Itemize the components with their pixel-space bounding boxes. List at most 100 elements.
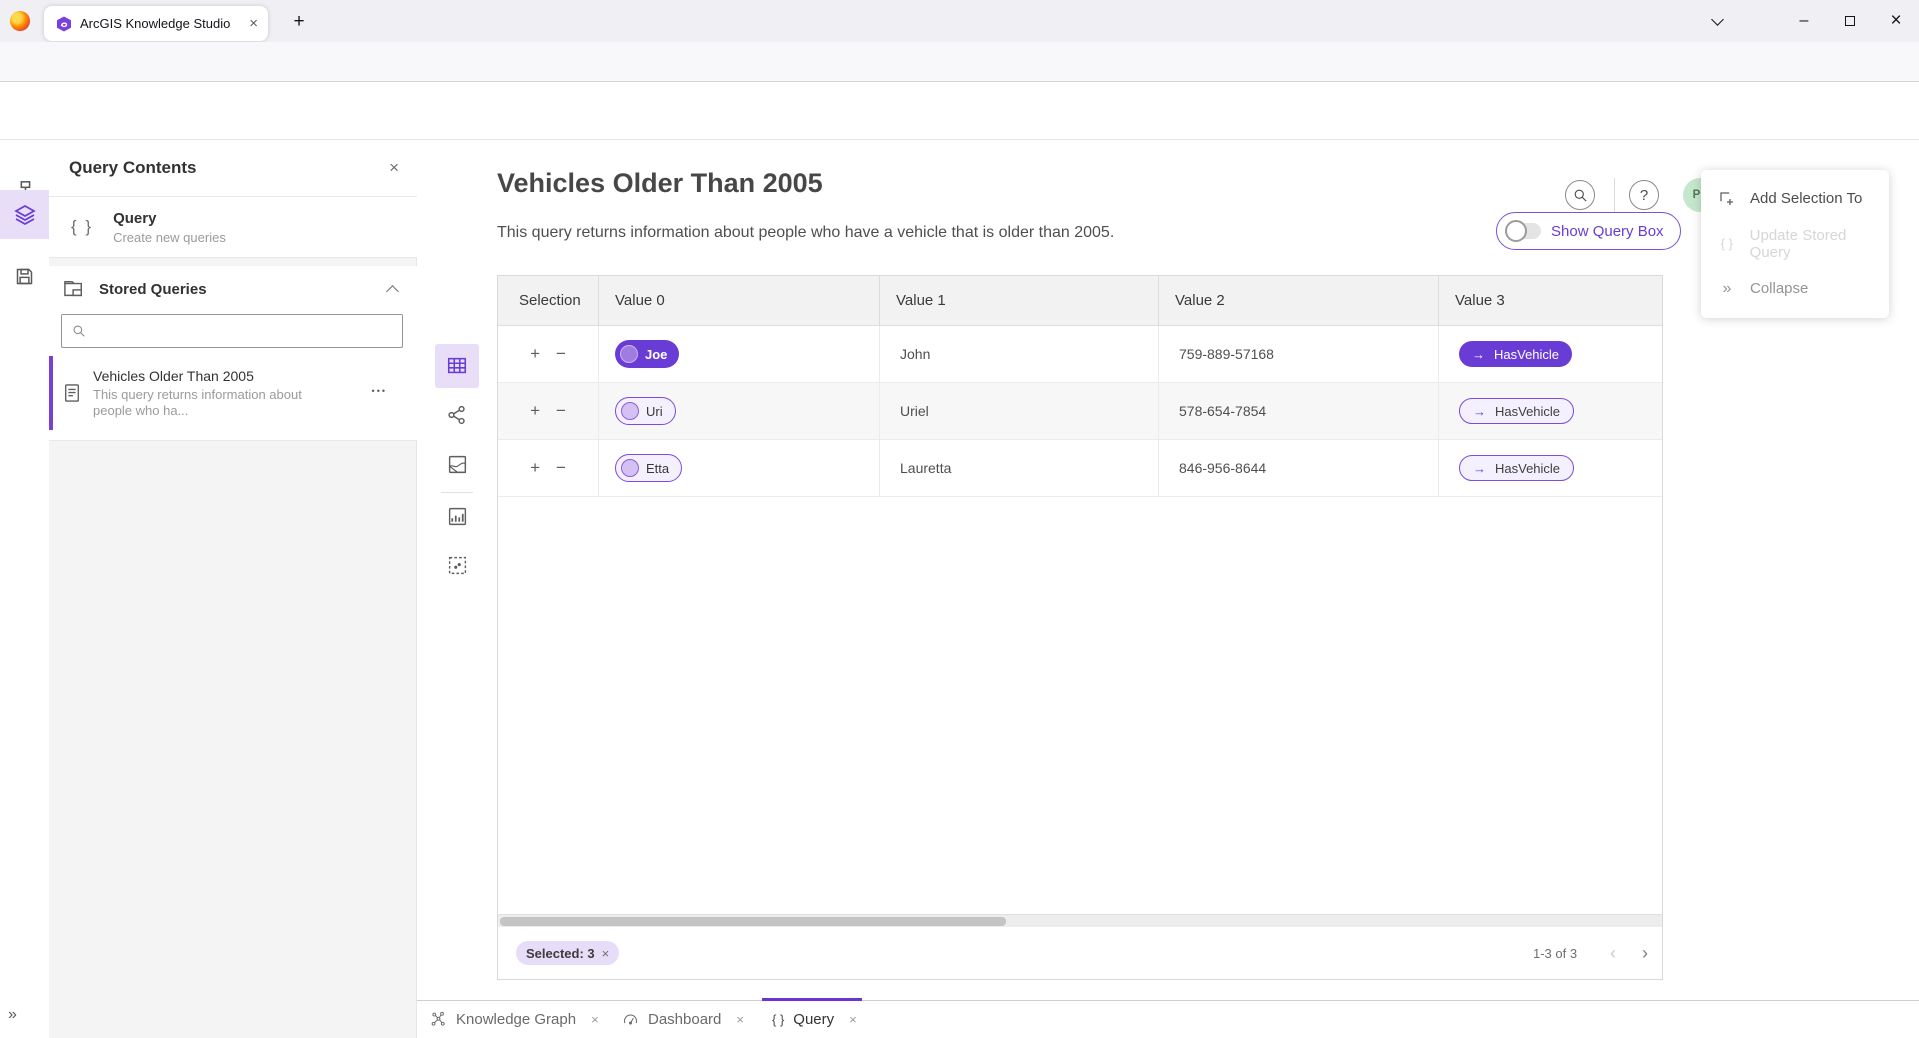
relationship-pill[interactable]: →HasVehicle <box>1459 341 1572 367</box>
tool-divider <box>441 492 473 493</box>
tab-query[interactable]: { } Query × <box>772 1001 857 1038</box>
remove-selection-icon[interactable]: − <box>556 458 566 478</box>
select-tool-button[interactable] <box>435 543 479 587</box>
query-document-icon <box>63 383 81 403</box>
search-icon <box>1573 188 1588 203</box>
table-row[interactable]: + − Etta Lauretta 846-956-8644 →HasVehic… <box>498 440 1662 497</box>
histogram-button[interactable] <box>435 494 479 538</box>
entity-avatar-icon <box>620 345 638 363</box>
add-selection-icon[interactable]: + <box>530 344 540 364</box>
layers-icon[interactable] <box>0 190 49 239</box>
table-header-row: Selection Value 0 Value 1 Value 2 Value … <box>498 276 1662 326</box>
cell-value2: 759-889-57168 <box>1158 326 1438 382</box>
add-selection-to-icon <box>1717 190 1737 208</box>
add-selection-icon[interactable]: + <box>530 401 540 421</box>
show-query-box-label: Show Query Box <box>1551 223 1664 240</box>
menu-item-label: Update Stored Query <box>1750 227 1889 261</box>
column-header-value1[interactable]: Value 1 <box>879 276 1158 325</box>
save-icon[interactable] <box>0 252 49 301</box>
context-menu: Add Selection To { } Update Stored Query… <box>1701 170 1889 318</box>
app-header: Certification Project ? PL publisher2 la… <box>0 82 1919 140</box>
search-button[interactable] <box>1565 180 1595 210</box>
stored-queries-header[interactable]: Stored Queries <box>49 266 417 312</box>
cell-value1: John <box>879 326 1158 382</box>
relationship-pill[interactable]: →HasVehicle <box>1459 398 1574 424</box>
stored-queries-label: Stored Queries <box>99 281 388 298</box>
arrow-right-icon: → <box>1473 404 1486 419</box>
search-icon <box>72 324 86 338</box>
column-header-value2[interactable]: Value 2 <box>1158 276 1438 325</box>
query-contents-panel: Query Contents × { } Query Create new qu… <box>49 140 417 1038</box>
search-input[interactable] <box>94 323 392 339</box>
browser-tab[interactable]: ArcGIS Knowledge Studio × <box>44 6 268 41</box>
menu-item-update-stored-query[interactable]: { } Update Stored Query <box>1701 221 1889 266</box>
cell-value1: Uriel <box>879 383 1158 439</box>
row-range-label: 1-3 of 3 <box>1533 946 1577 961</box>
panel-header: Query Contents × <box>49 140 417 197</box>
link-chart-button[interactable] <box>435 393 479 437</box>
stored-query-item[interactable]: Vehicles Older Than 2005 This query retu… <box>49 356 417 430</box>
window-close-button[interactable]: × <box>1873 0 1919 42</box>
table-icon <box>446 355 468 377</box>
add-selection-icon[interactable]: + <box>530 458 540 478</box>
tab-close-icon[interactable]: × <box>849 1012 857 1027</box>
remove-selection-icon[interactable]: − <box>556 344 566 364</box>
prev-page-icon[interactable]: ‹ <box>1610 943 1616 964</box>
clear-selection-icon[interactable]: × <box>602 946 610 961</box>
help-button[interactable]: ? <box>1629 180 1659 210</box>
tab-close-icon[interactable]: × <box>736 1012 744 1027</box>
firefox-icon[interactable] <box>10 11 30 31</box>
link-chart-icon <box>446 404 468 426</box>
menu-item-label: Add Selection To <box>1750 190 1862 207</box>
tab-dashboard[interactable]: Dashboard × <box>622 1001 744 1038</box>
cell-value2: 846-956-8644 <box>1158 440 1438 496</box>
query-item[interactable]: { } Query Create new queries <box>49 197 417 258</box>
column-header-value0[interactable]: Value 0 <box>598 276 879 325</box>
table-row[interactable]: + − Uri Uriel 578-654-7854 →HasVehicle <box>498 383 1662 440</box>
window-minimize-button[interactable]: – <box>1781 0 1827 42</box>
map-view-button[interactable] <box>435 442 479 486</box>
stored-queries-section: Stored Queries Vehicles Older Than 2005 … <box>49 266 417 441</box>
entity-avatar-icon <box>621 459 639 477</box>
column-header-selection[interactable]: Selection <box>498 276 598 325</box>
selected-indicator-bar <box>49 356 53 430</box>
selected-count-chip[interactable]: Selected: 3 × <box>516 941 619 965</box>
more-options-icon[interactable]: ••• <box>372 386 387 396</box>
remove-selection-icon[interactable]: − <box>556 401 566 421</box>
tab-close-icon[interactable]: × <box>591 1012 599 1027</box>
horizontal-scrollbar[interactable] <box>498 914 1662 927</box>
column-header-value3[interactable]: Value 3 <box>1438 276 1662 325</box>
window-maximize-button[interactable] <box>1827 0 1873 42</box>
browser-tabstrip: ArcGIS Knowledge Studio × + – × <box>0 0 1919 42</box>
browser-navbar: ← → ↻ https://dev0028833.esri.com/portal… <box>0 42 1919 82</box>
tab-list-chevron-icon[interactable] <box>1694 0 1740 42</box>
menu-item-add-selection-to[interactable]: Add Selection To <box>1701 176 1889 221</box>
entity-pill[interactable]: Uri <box>615 397 676 425</box>
table-footer: Selected: 3 × 1-3 of 3 ‹ › <box>498 927 1662 979</box>
stored-queries-search[interactable] <box>61 314 403 348</box>
tab-knowledge-graph[interactable]: Knowledge Graph × <box>430 1001 599 1038</box>
toggle-track[interactable] <box>1507 223 1541 239</box>
toggle-knob[interactable] <box>1505 220 1527 242</box>
tab-label: Query <box>793 1011 834 1028</box>
table-row[interactable]: + − Joe John 759-889-57168 →HasVehicle <box>498 326 1662 383</box>
menu-item-collapse[interactable]: » Collapse <box>1701 266 1889 311</box>
double-chevron-right-icon: » <box>1717 280 1737 298</box>
tab-label: Dashboard <box>648 1011 721 1028</box>
map-icon <box>447 454 468 475</box>
entity-pill[interactable]: Etta <box>615 454 682 482</box>
tab-title: ArcGIS Knowledge Studio <box>80 16 249 31</box>
collapse-chevron-icon[interactable] <box>386 285 399 298</box>
entity-pill[interactable]: Joe <box>615 340 679 368</box>
new-tab-button[interactable]: + <box>284 8 314 36</box>
scrollbar-thumb[interactable] <box>500 917 1006 926</box>
table-view-button[interactable] <box>435 344 479 388</box>
next-page-icon[interactable]: › <box>1642 943 1648 964</box>
relationship-pill[interactable]: →HasVehicle <box>1459 455 1574 481</box>
panel-close-icon[interactable]: × <box>389 158 399 178</box>
show-query-box-toggle[interactable]: Show Query Box <box>1496 212 1681 250</box>
stored-query-desc-line2: people who ha... <box>93 403 188 418</box>
tab-close-icon[interactable]: × <box>249 15 258 32</box>
page-title: Vehicles Older Than 2005 <box>497 168 823 199</box>
expand-rail-button[interactable]: » <box>8 1000 40 1030</box>
